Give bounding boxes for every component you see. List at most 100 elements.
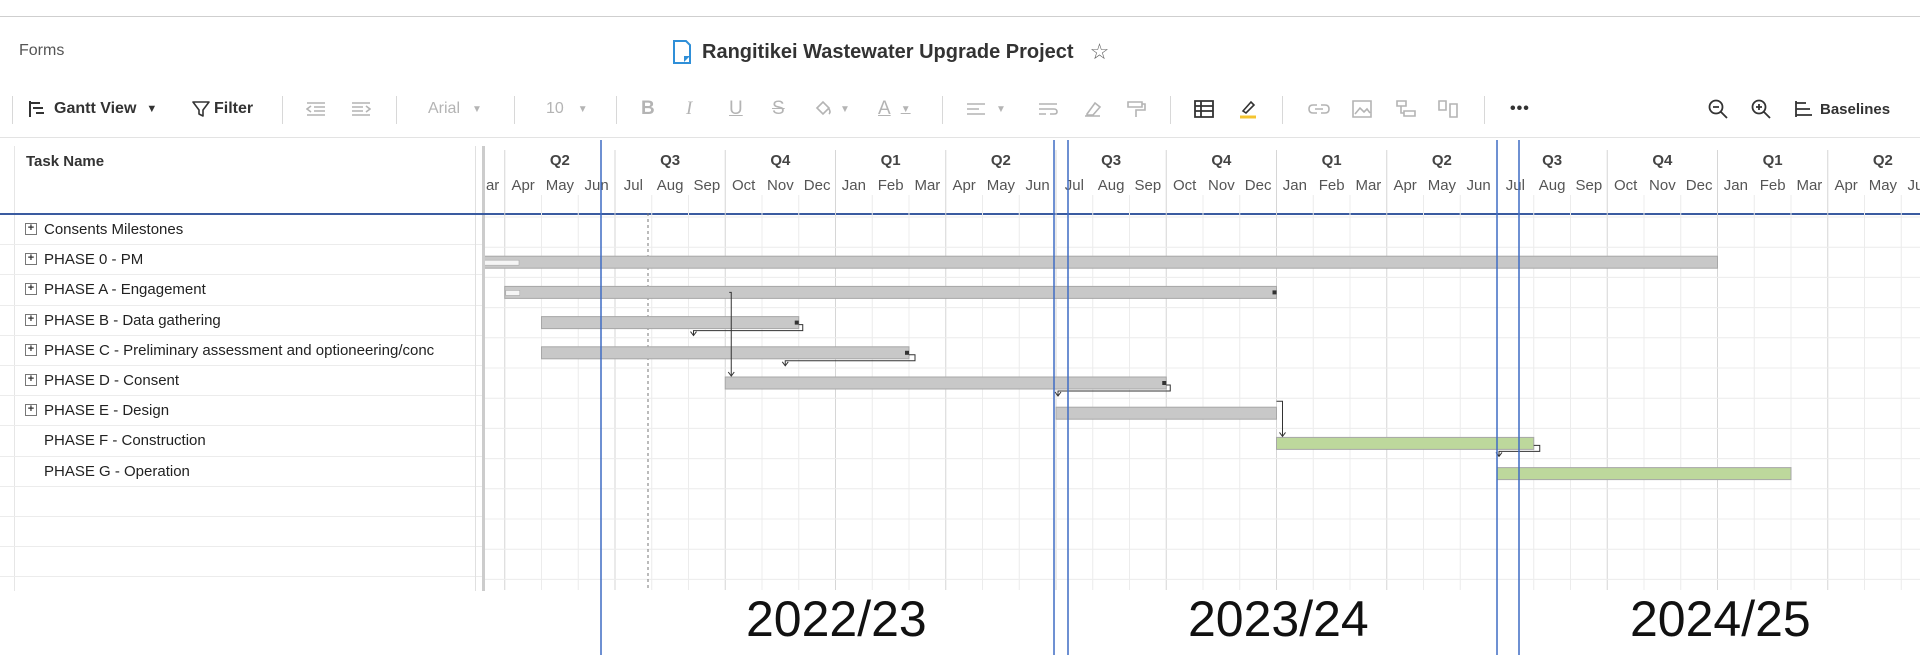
align-button[interactable]: ▼ (966, 90, 1006, 128)
expand-icon[interactable]: + (25, 283, 37, 296)
empty-row[interactable] (0, 487, 482, 517)
forms-link[interactable]: Forms (19, 42, 64, 60)
strikethrough-button[interactable]: S (772, 90, 785, 128)
quarter-label: Q3 (1101, 152, 1121, 169)
task-row[interactable]: + PHASE C - Preliminary assessment and op… (0, 336, 482, 366)
wrap-text-button[interactable] (1038, 90, 1058, 128)
grid-button[interactable] (1194, 90, 1214, 128)
month-label: Sep (694, 177, 721, 194)
quarter-label: Q3 (660, 152, 680, 169)
gantt-bar[interactable] (1496, 467, 1792, 481)
highlight-button[interactable] (1238, 90, 1258, 128)
italic-icon: I (686, 98, 693, 119)
fiscal-year-label: 2024/25 (1630, 591, 1811, 647)
gantt-bar[interactable] (1276, 436, 1535, 450)
outdent-button[interactable] (306, 90, 326, 128)
italic-button[interactable]: I (686, 90, 692, 128)
font-size-select[interactable]: 10 ▼ (546, 90, 588, 128)
task-row[interactable]: + Consents Milestones (0, 215, 482, 246)
empty-row[interactable] (0, 547, 482, 578)
outdent-icon (306, 102, 325, 116)
bold-icon: B (641, 98, 655, 119)
chevron-down-icon: ▼ (900, 103, 911, 115)
chevron-down-icon: ▼ (146, 103, 158, 115)
bar-progress (485, 259, 520, 266)
month-label: Oct (1173, 177, 1197, 194)
favorite-star-icon[interactable]: ☆ (1090, 41, 1110, 63)
toolbar-separator (1484, 96, 1485, 124)
gantt-bar[interactable] (1055, 406, 1277, 420)
gantt-bar[interactable] (541, 316, 800, 330)
gantt-bar[interactable] (485, 255, 1718, 269)
task-row[interactable]: + PHASE B - Data gathering (0, 306, 482, 336)
toolbar: Gantt View ▼ Filter Arial ▼ 10 ▼ B I U S… (0, 90, 1920, 128)
month-label: Apr (1393, 177, 1416, 194)
bold-button[interactable]: B (641, 90, 655, 128)
sheet-title: Rangitikei Wastewater Upgrade Project (702, 40, 1074, 63)
quarter-label: Q2 (991, 152, 1011, 169)
gantt-view-button[interactable]: Gantt View ▼ (28, 90, 157, 128)
columns-icon (1438, 100, 1458, 118)
quarter-label: Q2 (550, 152, 570, 169)
strikethrough-icon: S (772, 98, 785, 119)
dependency-button[interactable] (1396, 90, 1416, 128)
dependency-handle (1162, 381, 1167, 385)
quarter-label: Q1 (1322, 152, 1342, 169)
image-button[interactable] (1352, 90, 1372, 128)
task-row[interactable]: PHASE F - Construction (0, 426, 482, 457)
dependency-handle (905, 350, 909, 355)
task-row[interactable]: + PHASE A - Engagement (0, 275, 482, 306)
more-icon: ••• (1510, 100, 1530, 117)
baselines-button[interactable]: Baselines (1794, 90, 1890, 128)
empty-row[interactable] (0, 517, 482, 548)
fill-color-button[interactable]: ▼ (814, 90, 850, 128)
month-label: Nov (767, 177, 794, 194)
zoom-out-button[interactable] (1708, 90, 1728, 128)
task-row[interactable]: + PHASE D - Consent (0, 366, 482, 397)
zoom-out-icon (1708, 99, 1728, 119)
expand-icon[interactable]: + (25, 373, 37, 386)
gantt-bar[interactable] (724, 376, 1167, 390)
underline-button[interactable]: U (729, 90, 743, 128)
more-button[interactable]: ••• (1510, 90, 1530, 128)
text-color-button[interactable]: A ▼ (878, 90, 911, 128)
month-label: Jan (1283, 177, 1307, 194)
clear-format-button[interactable] (1082, 90, 1102, 128)
month-label: May (1428, 177, 1457, 194)
image-icon (1352, 100, 1372, 118)
month-label: Aug (657, 177, 684, 194)
month-label: Aug (1098, 177, 1125, 194)
columns-button[interactable] (1438, 90, 1458, 128)
toolbar-separator (514, 96, 515, 124)
task-row[interactable]: + PHASE E - Design (0, 396, 482, 427)
expand-icon[interactable]: + (25, 343, 37, 356)
chevron-down-icon: ▼ (472, 103, 482, 115)
task-row[interactable]: PHASE G - Operation (0, 457, 482, 487)
paint-bucket-icon (815, 100, 831, 116)
quarter-label: Q1 (1763, 152, 1783, 169)
zoom-in-button[interactable] (1751, 90, 1771, 128)
month-label: Jun (1467, 177, 1491, 194)
task-name: PHASE F - Construction (44, 432, 206, 450)
gantt-chart[interactable]: Mar Apr May Jun Jul Aug Sep Oct Nov Dec Jan Feb Mar A… (485, 140, 1920, 655)
link-button[interactable] (1308, 90, 1330, 128)
wrap-text-icon (1039, 103, 1058, 115)
indent-button[interactable] (351, 90, 371, 128)
toolbar-separator (1282, 96, 1283, 124)
sheet-icon (673, 40, 691, 64)
gantt-bar[interactable] (504, 285, 1277, 299)
quarter-label: Q4 (770, 152, 791, 169)
expand-icon[interactable]: + (25, 253, 37, 266)
expand-icon[interactable]: + (25, 223, 37, 235)
task-name-column-header[interactable]: Task Name (26, 153, 104, 170)
toolbar-separator (396, 96, 397, 124)
quarter-label: Q1 (881, 152, 901, 169)
expand-icon[interactable]: + (25, 313, 37, 326)
expand-icon[interactable]: + (25, 404, 37, 417)
format-painter-button[interactable] (1126, 90, 1146, 128)
filter-button[interactable]: Filter (192, 90, 253, 128)
gantt-bar[interactable] (541, 346, 910, 360)
task-row[interactable]: + PHASE 0 - PM (0, 245, 482, 276)
toolbar-separator (282, 96, 283, 124)
font-family-select[interactable]: Arial ▼ (428, 90, 482, 128)
